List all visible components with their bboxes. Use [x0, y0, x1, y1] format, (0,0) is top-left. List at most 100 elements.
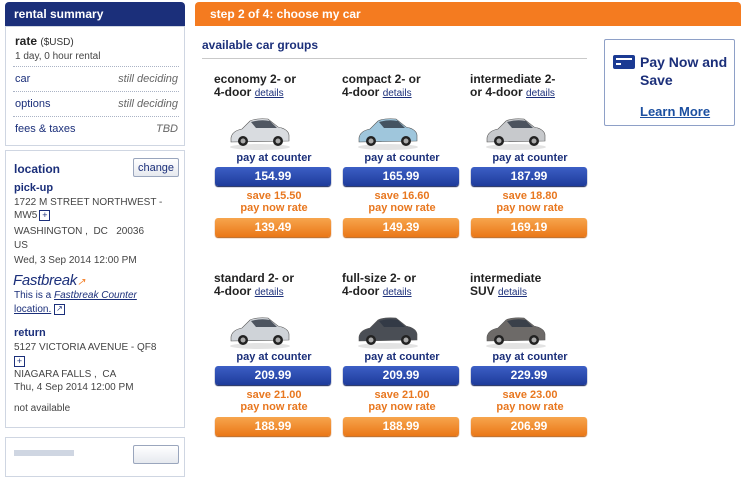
car-image[interactable]	[484, 310, 548, 350]
offers-button[interactable]	[133, 445, 179, 464]
details-link[interactable]: details	[383, 287, 412, 298]
pay-at-counter-price-button[interactable]: 154.99	[215, 167, 331, 186]
pay-at-counter-price-button[interactable]: 209.99	[215, 366, 331, 385]
summary-row-fees[interactable]: fees & taxes TBD	[15, 123, 178, 135]
pay-now-price-button[interactable]: 206.99	[471, 417, 587, 436]
pay-now-price-button[interactable]: 169.19	[471, 218, 587, 237]
summary-row-options[interactable]: options still deciding	[15, 98, 178, 110]
section-title: available car groups	[202, 38, 319, 52]
rate-summary-box: rate ($USD) 1 day, 0 hour rental car sti…	[5, 26, 185, 146]
return-city: NIAGARA FALLS , CA	[14, 369, 117, 380]
summary-options-value: still deciding	[118, 98, 178, 110]
savings-amount: save 21.00	[374, 389, 430, 401]
pay-now-rate-label: pay now rate	[496, 401, 564, 413]
pickup-label: pick-up	[14, 182, 54, 194]
availability-status: not available	[14, 403, 71, 414]
return-address: 5127 VICTORIA AVENUE - QF8	[14, 342, 157, 353]
pay-at-counter-price-button[interactable]: 229.99	[471, 366, 587, 385]
location-heading: location	[14, 162, 61, 176]
pay-at-counter-price-button[interactable]: 209.99	[343, 366, 459, 385]
pay-now-price-button[interactable]: 188.99	[343, 417, 459, 436]
learn-more-link[interactable]: Learn More	[640, 104, 710, 119]
car-group-name-line2: 4-door	[214, 85, 252, 99]
divider	[13, 116, 179, 117]
pay-at-counter-label: pay at counter	[236, 152, 312, 164]
car-group-name-line2: or 4-door	[470, 85, 523, 99]
savings-amount: save 21.00	[246, 389, 302, 401]
rate-label: rate	[15, 34, 38, 48]
details-link[interactable]: details	[255, 287, 284, 298]
pay-now-rate-label: pay now rate	[368, 401, 436, 413]
pay-now-title: Pay Now and Save	[640, 54, 728, 88]
car-group-card: compact 2- or 4-door details pay at coun…	[342, 73, 462, 243]
car-image[interactable]	[228, 111, 292, 151]
section-divider	[202, 58, 587, 59]
pickup-address-line2: MW5 +	[14, 209, 51, 222]
car-group-name-line2: SUV	[470, 284, 495, 298]
pay-now-price-button[interactable]: 149.39	[343, 218, 459, 237]
pay-now-price-button[interactable]: 188.99	[215, 417, 331, 436]
pay-at-counter-label: pay at counter	[492, 152, 568, 164]
car-group-card: full-size 2- or 4-door details pay at co…	[342, 272, 462, 442]
car-group-card: intermediate SUV details pay at counter …	[470, 272, 590, 442]
car-image[interactable]	[356, 310, 420, 350]
summary-row-car[interactable]: car still deciding	[15, 73, 178, 85]
divider	[13, 91, 179, 92]
details-link[interactable]: details	[383, 88, 412, 99]
pay-at-counter-label: pay at counter	[236, 351, 312, 363]
fastbreak-swoosh-icon: ↗	[77, 277, 86, 288]
step-header: step 2 of 4: choose my car	[195, 2, 741, 26]
location-box: location change pick-up 1722 M STREET NO…	[5, 150, 185, 428]
savings-text: save 23.00 pay now rate	[470, 389, 590, 413]
pickup-address-code: MW5	[14, 210, 38, 221]
car-image[interactable]	[356, 111, 420, 151]
savings-amount: save 23.00	[502, 389, 558, 401]
savings-text: save 15.50 pay now rate	[214, 190, 334, 214]
expand-plus-icon[interactable]: +	[14, 355, 25, 367]
pickup-country: US	[14, 240, 28, 251]
pay-at-counter-label: pay at counter	[364, 152, 440, 164]
credit-card-icon	[613, 55, 635, 69]
divider	[13, 66, 179, 67]
offers-heading-cutoff	[14, 450, 74, 456]
details-link[interactable]: details	[255, 88, 284, 99]
rate-row: rate ($USD)	[15, 34, 178, 48]
summary-car-value: still deciding	[118, 73, 178, 85]
car-group-name-line2: 4-door	[214, 284, 252, 298]
pay-now-rate-label: pay now rate	[240, 401, 308, 413]
car-group-card: intermediate 2- or 4-door details pay at…	[470, 73, 590, 243]
pay-now-promo[interactable]: Pay Now and Save Learn More	[604, 39, 735, 126]
return-datetime: Thu, 4 Sep 2014 12:00 PM	[14, 382, 134, 393]
fastbreak-counter-link[interactable]: Fastbreak Counter	[54, 290, 137, 301]
fastbreak-location-link[interactable]: location.	[14, 304, 51, 315]
return-label: return	[14, 327, 46, 339]
summary-fees-value: TBD	[156, 123, 178, 135]
savings-amount: save 16.60	[374, 190, 430, 202]
fastbreak-note: This is a Fastbreak Counter	[14, 290, 137, 301]
pickup-datetime: Wed, 3 Sep 2014 12:00 PM	[14, 255, 137, 266]
summary-options-label: options	[15, 98, 51, 110]
change-location-button[interactable]: change	[133, 158, 179, 177]
details-link[interactable]: details	[498, 287, 527, 298]
savings-text: save 21.00 pay now rate	[342, 389, 462, 413]
pay-at-counter-label: pay at counter	[492, 351, 568, 363]
summary-fees-label: fees & taxes	[15, 123, 76, 135]
car-group-name: standard 2- or 4-door details	[214, 272, 334, 299]
pay-now-rate-label: pay now rate	[240, 202, 308, 214]
popup-icon[interactable]: ↗	[54, 303, 66, 315]
car-group-name: compact 2- or 4-door details	[342, 73, 462, 100]
summary-car-label: car	[15, 73, 31, 85]
rate-currency: ($USD)	[40, 37, 74, 48]
expand-plus-icon[interactable]: +	[39, 209, 51, 221]
pay-now-price-button[interactable]: 139.49	[215, 218, 331, 237]
pay-at-counter-price-button[interactable]: 165.99	[343, 167, 459, 186]
rental-summary-sidebar: rental summary rate ($USD) 1 day, 0 hour…	[5, 0, 187, 477]
offers-box	[5, 437, 185, 477]
car-group-name-line2: 4-door	[342, 284, 380, 298]
savings-amount: save 15.50	[246, 190, 302, 202]
car-image[interactable]	[228, 310, 292, 350]
pay-at-counter-price-button[interactable]: 187.99	[471, 167, 587, 186]
details-link[interactable]: details	[526, 88, 555, 99]
return-expand: +	[14, 355, 25, 368]
car-image[interactable]	[484, 111, 548, 151]
